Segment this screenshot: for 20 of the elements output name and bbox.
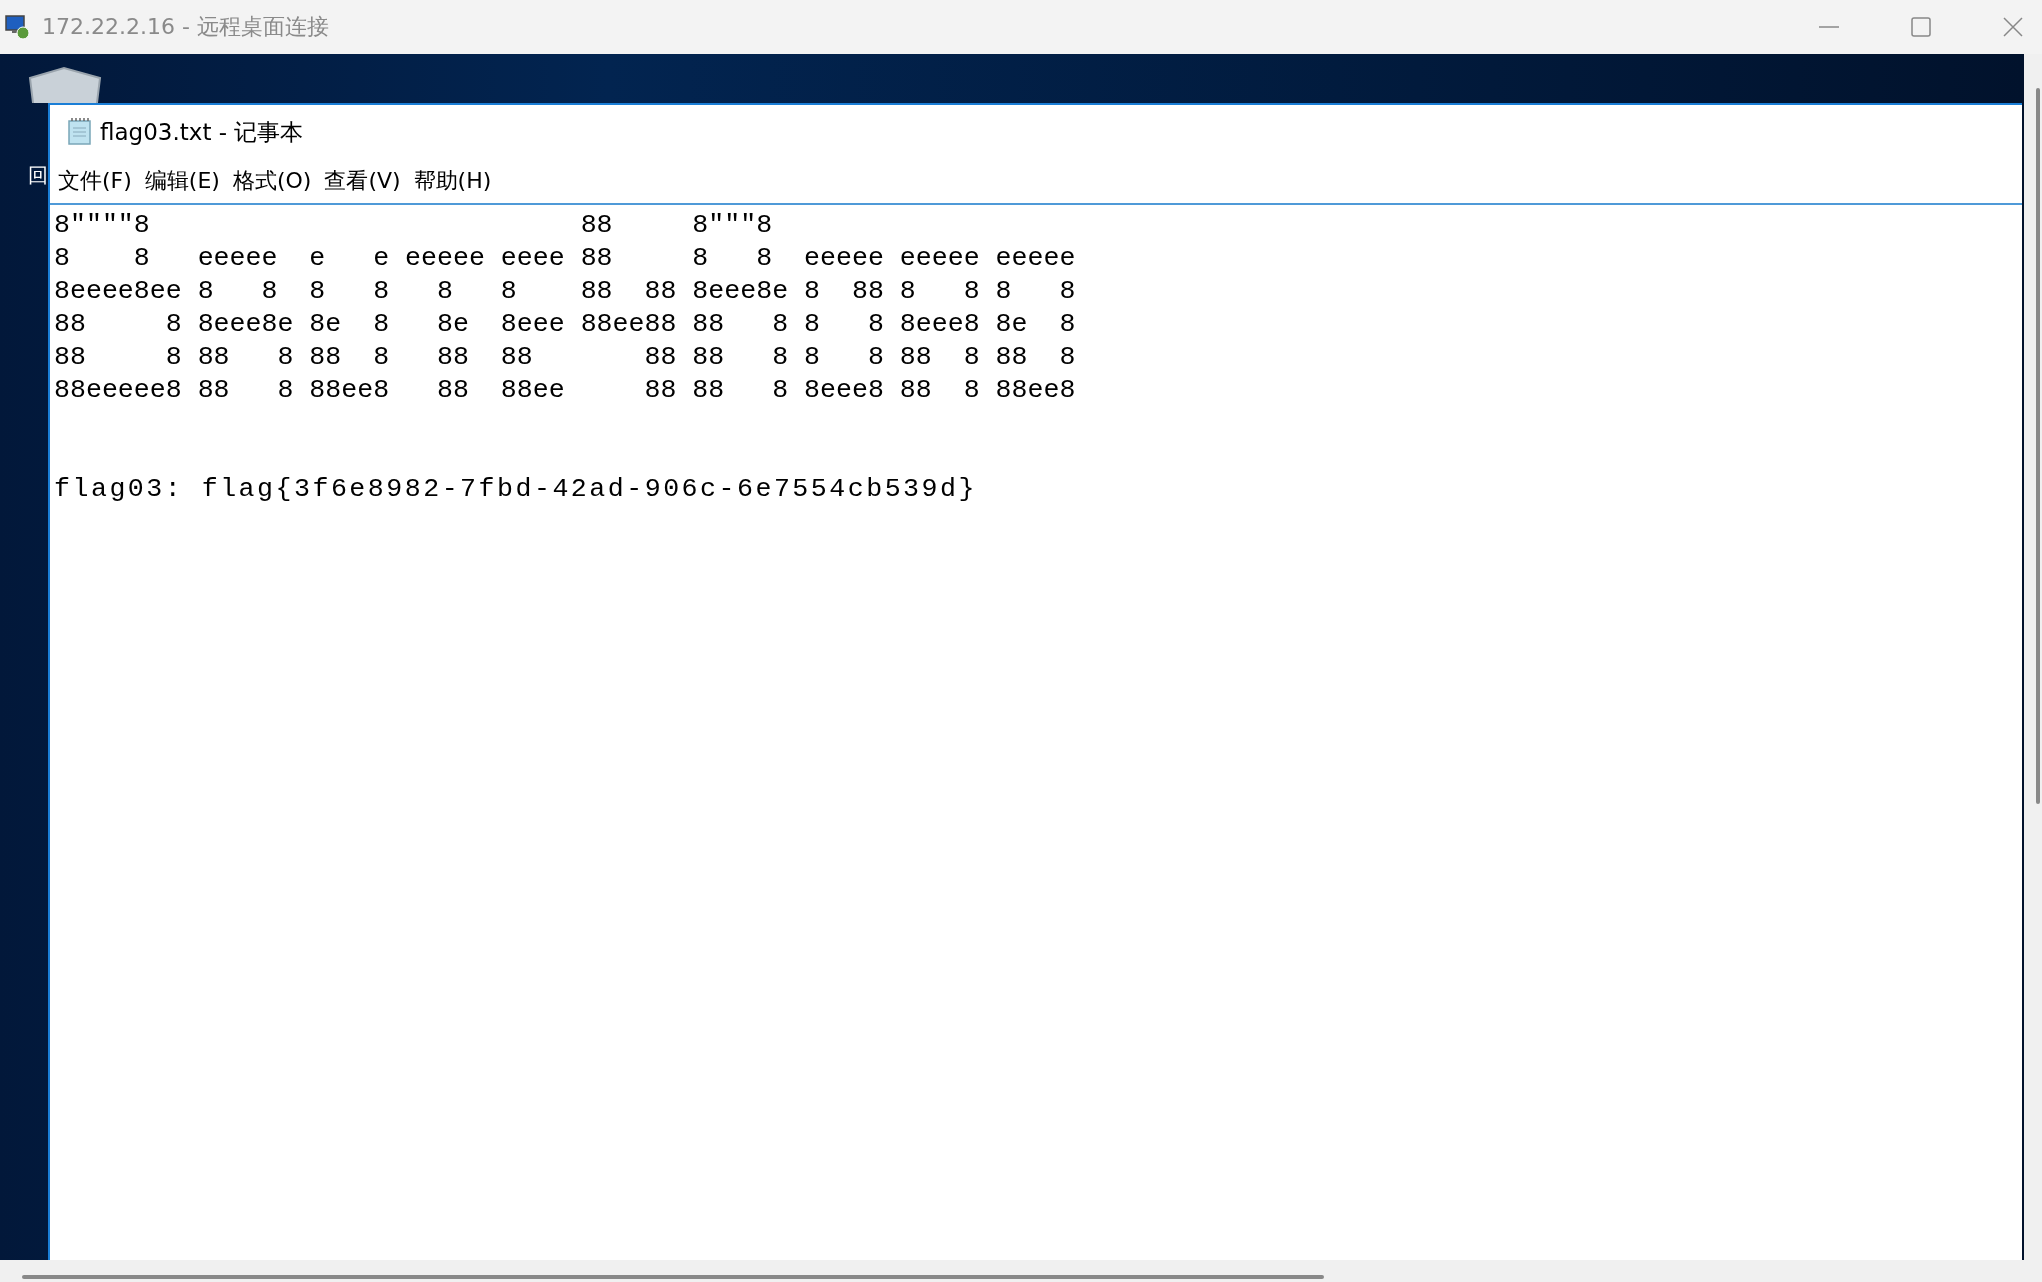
text-line: flag03: flag{3f6e8982-7fbd-42ad-906c-6e7554cb539d} bbox=[54, 473, 978, 506]
icon-label: 回 bbox=[28, 162, 48, 189]
menu-item[interactable]: 格式(O) bbox=[232, 166, 312, 196]
notepad-icon bbox=[66, 118, 94, 146]
close-icon[interactable] bbox=[2002, 16, 2024, 38]
text-line: 88eeeee8 88 8 88ee8 88 88ee 88 88 8 8eee8 88 8 88ee8 bbox=[54, 374, 1077, 407]
monitor-icon bbox=[4, 14, 30, 40]
notepad-title: flag03.txt - 记事本 bbox=[100, 117, 304, 147]
menu-item[interactable]: 帮助(H) bbox=[413, 166, 492, 196]
menu-item[interactable]: 文件(F) bbox=[58, 166, 132, 196]
text-line: 8""""8 88 8"""8 bbox=[54, 209, 774, 242]
text-line: 88 8 88 8 88 8 88 88 88 88 8 8 8 88 8 88 8 bbox=[54, 341, 1077, 374]
text-line: 88 8 8eee8e 8e 8 8e 8eee 88ee88 88 8 8 8 8eee8 8e 8 bbox=[54, 308, 1077, 341]
menu-item[interactable]: 编辑(E) bbox=[144, 166, 220, 196]
scrollbar[interactable] bbox=[0, 1260, 2042, 1282]
text-line: 8eeee8ee 8 8 8 8 8 8 88 88 8eee8e 8 88 8 8 8 8 bbox=[54, 275, 1077, 308]
window-title: 172.22.2.16 - 远程桌面连接 bbox=[42, 13, 329, 41]
text-line: 8 8 eeeee e e eeeee eeee 88 8 8 eeeee eeeee eeeee bbox=[54, 242, 1077, 275]
menu-item[interactable]: 查看(V) bbox=[324, 166, 401, 196]
maximize-icon[interactable] bbox=[1910, 16, 1932, 38]
